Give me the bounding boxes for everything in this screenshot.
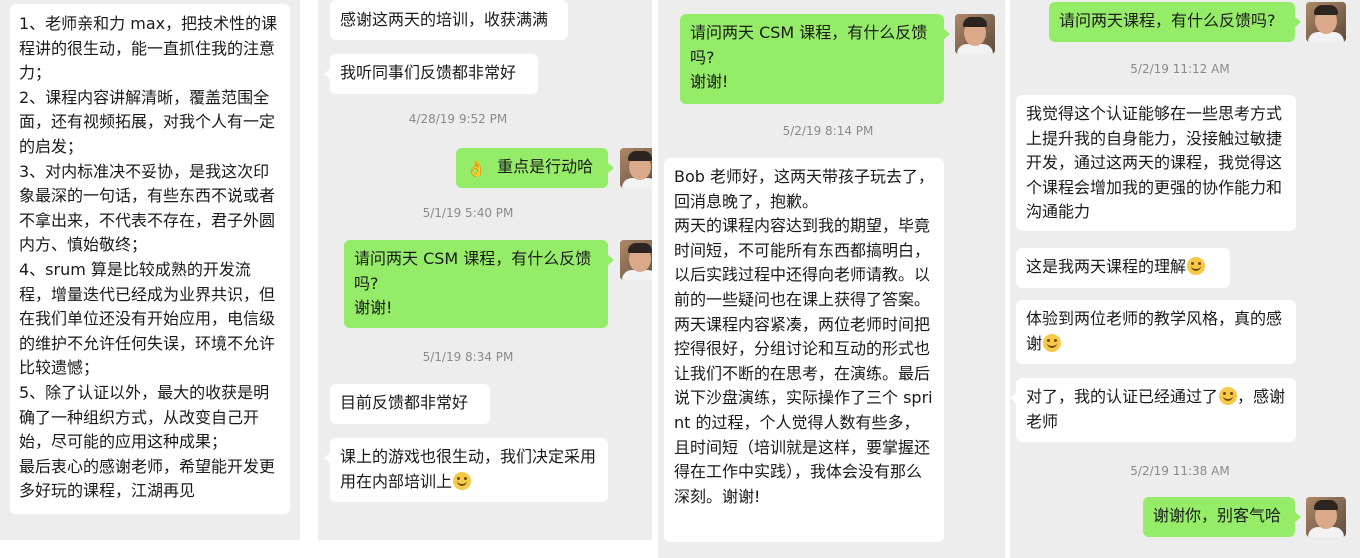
avatar[interactable] — [620, 148, 652, 188]
message-bubble[interactable]: 请问两天 CSM 课程，有什么反馈吗? 谢谢! — [680, 14, 950, 104]
message-text: 重点是行动哈 — [497, 157, 594, 176]
message-bubble[interactable]: 👌 重点是行动哈 — [456, 148, 614, 188]
avatar[interactable] — [955, 14, 995, 54]
timestamp: 5/2/19 8:14 PM — [782, 124, 874, 138]
message-bubble[interactable]: 请问两天 CSM 课程，有什么反馈吗? 谢谢! — [344, 240, 614, 328]
message-bubble[interactable]: 感谢这两天的培训，收获满满 — [330, 0, 568, 40]
timestamp: 5/2/19 11:12 AM — [1130, 62, 1230, 76]
chat-panel-4: 请问两天课程，有什么反馈吗? 5/2/19 11:12 AM 我觉得这个认证能够… — [1010, 0, 1360, 558]
grin-emoji-icon — [453, 471, 472, 490]
message-bubble[interactable]: 我听同事们反馈都非常好 — [324, 54, 538, 94]
smile-emoji-icon — [1187, 257, 1206, 275]
message-bubble[interactable]: 谢谢你，别客气哈 — [1143, 497, 1301, 537]
timestamp: 4/28/19 9:52 PM — [408, 112, 508, 126]
message-bubble[interactable]: 这是我两天课程的理解 — [1016, 248, 1230, 288]
message-bubble[interactable]: Bob 老师好，这两天带孩子玩去了，回消息晚了，抱歉。 两天的课程内容达到我的期… — [664, 158, 944, 542]
message-bubble[interactable]: 请问两天课程，有什么反馈吗? — [1049, 2, 1301, 42]
message-bubble[interactable]: 课上的游戏也很生动，我们决定采用用在内部培训上 — [324, 438, 608, 502]
chat-panel-1: 1、老师亲和力 max，把技术性的课程讲的很生动，能一直抓住我的注意力； 2、课… — [0, 0, 300, 540]
message-bubble[interactable]: 体验到两位老师的教学风格，真的感谢 — [1016, 300, 1296, 364]
grin-emoji-icon — [1219, 387, 1238, 405]
message-bubble[interactable]: 对了，我的认证已经通过了 ，感谢老师 — [1010, 378, 1296, 442]
timestamp: 5/2/19 11:38 AM — [1130, 464, 1230, 478]
chat-panel-2: 感谢这两天的培训，收获满满 我听同事们反馈都非常好 4/28/19 9:52 P… — [318, 0, 652, 540]
message-text: 这是我两天课程的理解 — [1026, 257, 1187, 276]
message-text: 对了，我的认证已经通过了 — [1026, 387, 1219, 406]
avatar[interactable] — [620, 240, 652, 280]
chat-panel-3: 请问两天 CSM 课程，有什么反馈吗? 谢谢! 5/2/19 8:14 PM B… — [658, 0, 1005, 558]
message-bubble[interactable]: 我觉得这个认证能够在一些思考方式上提升我的自身能力，没接触过敏捷开发，通过这两天… — [1016, 95, 1296, 231]
avatar[interactable] — [1306, 2, 1346, 42]
ok-hand-icon: 👌 — [466, 159, 486, 178]
timestamp: 5/1/19 8:34 PM — [422, 350, 514, 364]
message-text: 体验到两位老师的教学风格，真的感谢 — [1026, 309, 1283, 353]
avatar[interactable] — [1306, 497, 1346, 537]
timestamp: 5/1/19 5:40 PM — [422, 206, 514, 220]
smile-emoji-icon — [1043, 333, 1062, 352]
message-bubble[interactable]: 1、老师亲和力 max，把技术性的课程讲的很生动，能一直抓住我的注意力； 2、课… — [10, 4, 290, 514]
message-bubble[interactable]: 目前反馈都非常好 — [330, 384, 490, 424]
